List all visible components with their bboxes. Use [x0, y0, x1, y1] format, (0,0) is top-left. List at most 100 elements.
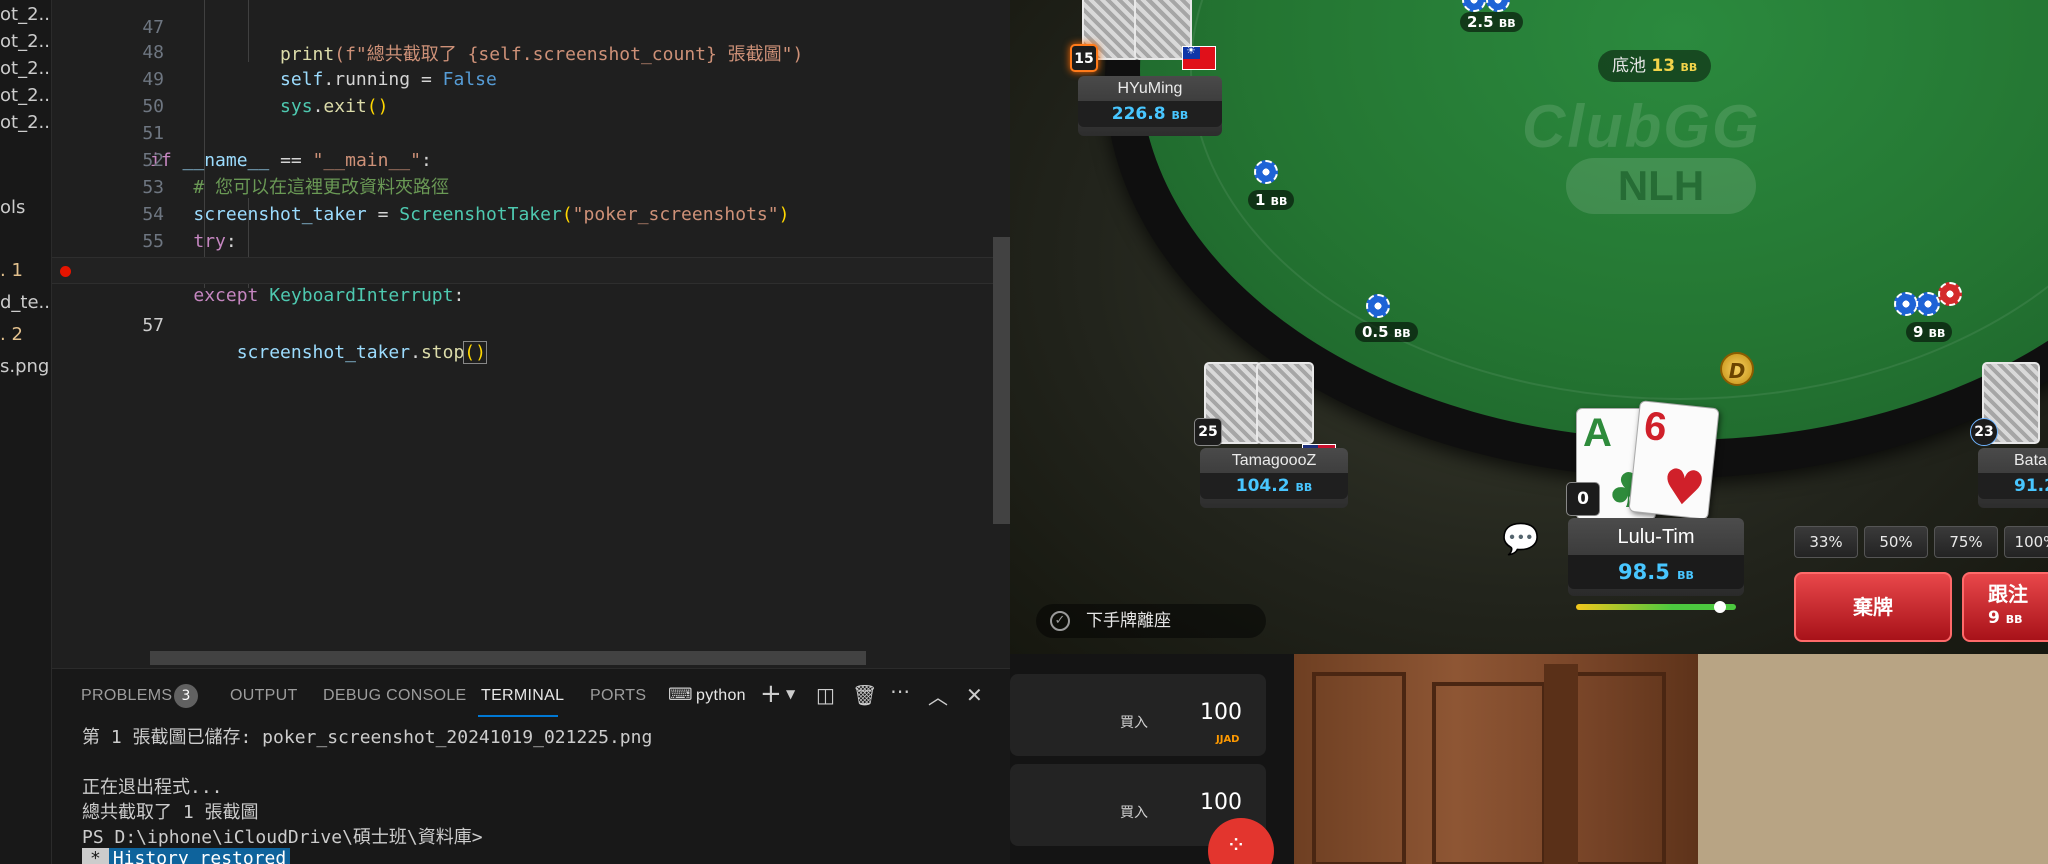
sit-out-label: 下手牌離座 [1086, 611, 1171, 631]
bet-chip-icon [1254, 160, 1278, 184]
history-restored-banner: * History restored [82, 848, 291, 864]
door-panels-image [1312, 664, 1666, 864]
bet-preset-33[interactable]: 33% [1794, 526, 1858, 558]
breakpoint-icon[interactable] [60, 266, 71, 277]
player-nameplate[interactable]: Bata 91.2 [1978, 448, 2048, 508]
tab-output[interactable]: OUTPUT [230, 687, 298, 705]
bb-unit: BB [1393, 327, 1411, 340]
player-name: HYuMing [1117, 80, 1183, 97]
lobby-row[interactable]: 買入 100 JJAD [1010, 674, 1266, 756]
bet-preset-75[interactable]: 75% [1934, 526, 1998, 558]
close-panel-icon[interactable]: ✕ [966, 683, 983, 707]
hero-nameplate[interactable]: Lulu-Tim 98.5 BB [1568, 518, 1744, 596]
bb-unit: BB [2005, 613, 2023, 626]
code-token: KeyboardInterrupt [258, 285, 454, 306]
pot-display: 底池 13 BB [1598, 50, 1712, 82]
new-terminal-icon[interactable]: + [760, 679, 782, 709]
bb-unit: BB [1498, 17, 1516, 30]
sit-out-next-hand-toggle[interactable]: ✓ 下手牌離座 [1036, 604, 1266, 638]
bet-value: 2.5 [1467, 13, 1494, 31]
bb-unit: BB [1171, 109, 1189, 122]
hero-stack: 98.5 BB [1568, 555, 1744, 589]
bet-value: 1 [1255, 191, 1266, 209]
hero-name: Lulu-Tim [1617, 526, 1695, 548]
trash-icon[interactable]: 🗑 [852, 683, 877, 707]
explorer-file-item[interactable]: s.png [0, 356, 49, 377]
card-rank: 6 [1642, 403, 1669, 450]
code-token: : [453, 285, 465, 306]
card-back [1256, 362, 1314, 444]
explorer-file-item-error[interactable]: . 1 [0, 260, 23, 281]
bet-value: 9 [1913, 323, 1924, 341]
split-terminal-icon[interactable]: ◫ [816, 683, 835, 707]
line-number: 57 [142, 315, 164, 336]
code-editor[interactable]: 47 print(f"總共截取了 {self.screenshot_count}… [52, 0, 1010, 668]
code-line-48: 48 self.running = False [52, 12, 1010, 90]
action-timer-bar [1576, 604, 1736, 610]
tab-problems[interactable]: PROBLEMS [81, 687, 172, 705]
history-text: History restored [108, 848, 291, 864]
terminal-shell-icon: ⌨ [668, 685, 693, 705]
explorer-file-item-error[interactable]: . 2 [0, 324, 23, 345]
stack-value: 91.2 [2014, 476, 2048, 496]
code-line-51: 51 if __name__ == "__main__": [52, 93, 1010, 171]
editor-horizontal-scrollbar[interactable] [150, 651, 866, 665]
tab-debug-console[interactable]: DEBUG CONSOLE [323, 687, 467, 705]
clubgg-logo: ClubGG [1522, 93, 1761, 160]
game-type-logo: NLH [1566, 158, 1756, 214]
card-rank: A [1583, 411, 1612, 455]
explorer-file-item[interactable]: ot_2... [0, 4, 51, 25]
explorer-file-item[interactable]: d_te... [0, 292, 51, 313]
explorer-file-item[interactable]: ot_2... [0, 31, 51, 52]
buyin-label: 買入 [1120, 715, 1148, 731]
maximize-panel-icon[interactable]: ︿ [928, 681, 948, 710]
explorer-file-item[interactable]: ot_2... [0, 112, 51, 133]
player-level-badge: 15 [1070, 44, 1098, 72]
checkmark-icon: ✓ [1050, 611, 1070, 631]
player-stack: 104.2 BB [1200, 473, 1348, 499]
bet-preset-100[interactable]: 100% [2004, 526, 2048, 558]
bet-preset-50[interactable]: 50% [1864, 526, 1928, 558]
player-name: TamagoooZ [1231, 452, 1317, 469]
dealer-button: D [1720, 352, 1754, 386]
stack-value: 104.2 [1235, 476, 1290, 496]
code-line-49: 49 sys.exit() [52, 39, 1010, 117]
pot-label: 底池 [1612, 56, 1646, 76]
chevron-down-icon[interactable]: ▼ [786, 687, 795, 701]
taiwan-flag-icon [1182, 44, 1216, 70]
explorer-file-item[interactable]: ot_2... [0, 85, 51, 106]
history-star: * [82, 848, 109, 864]
code-line-50: 50 [52, 66, 1010, 117]
bb-unit: BB [1270, 195, 1288, 208]
terminal-shell-name[interactable]: python [696, 687, 746, 705]
bet-chip-icon [1366, 294, 1390, 318]
call-value: 9 [1988, 608, 2000, 628]
player-stack: 91.2 [1978, 473, 2048, 499]
explorer-sidebar: ot_2... ot_2... ot_2... ot_2... ot_2... … [0, 0, 52, 864]
active-tab-indicator [478, 715, 558, 717]
timer-knob [1714, 601, 1726, 613]
hole-card: 6 ♥ [1628, 400, 1720, 520]
tab-ports[interactable]: PORTS [590, 687, 646, 705]
bet-amount: 0.5 BB [1355, 322, 1418, 342]
more-actions-icon[interactable]: ⋯ [890, 679, 910, 703]
code-line-57-current: 57 screenshot_taker.stop() [52, 257, 1010, 364]
player-stack: 226.8 BB [1078, 101, 1222, 127]
bet-amount: 2.5 BB [1460, 12, 1523, 32]
explorer-file-item[interactable]: ot_2... [0, 58, 51, 79]
player-nameplate[interactable]: HYuMing 226.8 BB [1078, 76, 1222, 136]
terminal-output-line: 總共截取了 1 張截圖 [82, 802, 259, 823]
editor-vertical-scrollbar[interactable] [993, 237, 1010, 524]
buyin-amount: 100 [1200, 700, 1242, 725]
fold-button[interactable]: 棄牌 [1794, 572, 1952, 642]
call-button[interactable]: 跟注 9 BB [1962, 572, 2048, 642]
terminal-prompt[interactable]: PS D:\iphone\iCloudDrive\碩士班\資料庫> [82, 823, 483, 849]
brand-logo: JJAD [1216, 734, 1240, 745]
buyin-label: 買入 [1120, 805, 1148, 821]
tab-terminal[interactable]: TERMINAL [481, 687, 564, 705]
explorer-folder-item[interactable]: ols [0, 197, 25, 218]
player-nameplate[interactable]: TamagoooZ 104.2 BB [1200, 448, 1348, 508]
chat-bubble-icon[interactable]: 💬 [1502, 522, 1539, 557]
background-wall [1698, 654, 2048, 864]
code-token: screenshot_taker [236, 342, 411, 363]
